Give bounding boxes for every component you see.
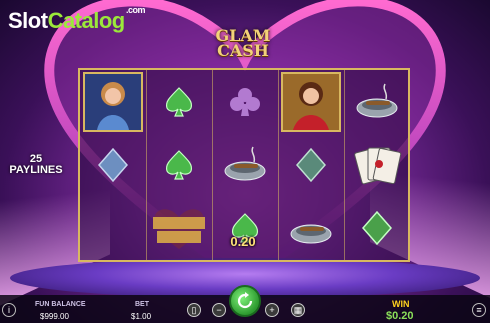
reel-2 [146, 70, 213, 260]
symbol-green-spade [146, 70, 212, 133]
game-logo: GLAM CASH [208, 28, 278, 64]
spin-button[interactable] [229, 285, 261, 317]
game-stage: SlotCatalog .com GLAM CASH 25 PAYLINES 0… [0, 0, 490, 323]
symbol-green-spade [212, 196, 278, 259]
watermark-com: .com [126, 5, 146, 15]
green-spade-icon [165, 149, 193, 180]
reel-5 [344, 70, 410, 260]
refresh-icon [237, 292, 253, 309]
paylines-label: PAYLINES [9, 164, 63, 176]
ashtray-cigar-icon [356, 83, 398, 117]
symbol-blue-diamond [80, 133, 146, 196]
info-icon: i [8, 305, 10, 315]
ashtray-cigar-icon [290, 224, 332, 243]
bet-label: BET [135, 301, 149, 308]
reel-3 [212, 70, 279, 260]
symbol-green-diamond [278, 133, 344, 196]
symbol-ashtray-cigar [278, 196, 344, 259]
bet-increase-button[interactable]: + [265, 303, 279, 317]
green-spade-icon [165, 86, 193, 117]
symbol-glam-cash-logo [146, 196, 212, 259]
hamburger-icon: ≡ [476, 305, 482, 315]
balance-value: $999.00 [40, 312, 69, 321]
lady-red-icon [281, 71, 341, 132]
watermark-catalog: Catalog [47, 8, 126, 33]
symbol-playing-cards [344, 133, 410, 196]
balance-label: FUN BALANCE [35, 301, 86, 308]
lady-blue-icon [83, 71, 143, 132]
symbol-ashtray-cigar [344, 70, 410, 133]
ashtray-cigar-icon [224, 146, 266, 180]
menu-button[interactable]: ≡ [472, 303, 486, 317]
purple-club-icon [230, 87, 260, 116]
symbol-ashtray-cigar [212, 133, 278, 196]
glam-cash-wild-icon [153, 208, 205, 249]
symbol-purple-club [212, 70, 278, 133]
win-label: WIN [392, 299, 410, 309]
info-button[interactable]: i [2, 303, 16, 317]
reel-1 [80, 70, 147, 260]
plus-icon: + [269, 305, 275, 315]
bet-decrease-button[interactable]: − [212, 303, 226, 317]
symbol-lady-red [278, 70, 344, 133]
reel-grid [78, 68, 410, 262]
bet-chip-button[interactable]: ▯ [187, 303, 201, 317]
symbol-lady-blue [80, 70, 146, 133]
watermark-slot: Slot [8, 8, 48, 33]
blue-diamond-icon [98, 147, 128, 182]
playing-cards-icon [354, 147, 402, 184]
green-diamond-icon [362, 210, 392, 245]
minus-icon: − [216, 305, 222, 315]
symbol-green-spade [146, 133, 212, 196]
paylines-indicator: 25 PAYLINES [4, 154, 68, 176]
autoplay-icon: ▦ [293, 304, 303, 315]
chip-icon: ▯ [191, 304, 197, 315]
slotcatalog-watermark: SlotCatalog .com [8, 5, 146, 34]
bet-value: $1.00 [131, 312, 152, 321]
symbol-blank [80, 196, 146, 259]
logo-line2: CASH [217, 41, 269, 60]
symbol-green-diamond [344, 196, 410, 259]
autoplay-button[interactable]: ▦ [291, 303, 305, 317]
reel-4 [278, 70, 345, 260]
green-diamond-icon [296, 147, 326, 182]
win-value: $0.20 [386, 310, 414, 322]
line-win-amount: 0.20 [230, 234, 256, 249]
